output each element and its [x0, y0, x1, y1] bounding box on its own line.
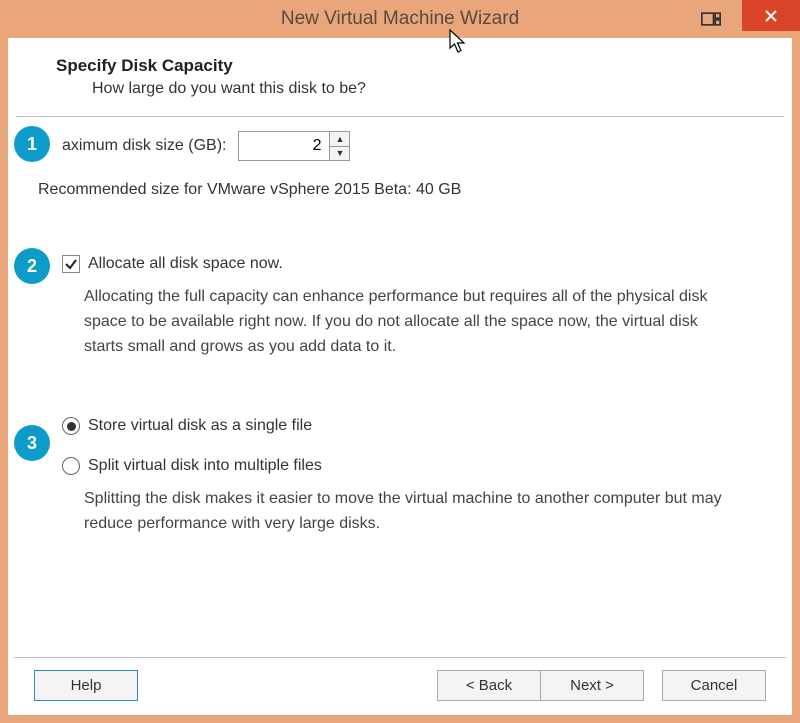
- store-single-label: Store virtual disk as a single file: [88, 417, 312, 435]
- window-title: New Virtual Machine Wizard: [281, 8, 519, 30]
- page-subtitle: How large do you want this disk to be?: [56, 76, 744, 98]
- footer-buttons: Help < Back Next > Cancel: [14, 657, 786, 715]
- annotation-badge-3: 3: [14, 425, 50, 461]
- store-split-label: Split virtual disk into multiple files: [88, 457, 322, 475]
- close-button[interactable]: [742, 0, 800, 31]
- disk-size-input[interactable]: [239, 132, 329, 160]
- store-single-row: Store virtual disk as a single file: [28, 417, 772, 435]
- spinner-down-icon[interactable]: ▼: [330, 147, 349, 161]
- split-description: Splitting the disk makes it easier to mo…: [28, 475, 772, 537]
- wizard-header: Specify Disk Capacity How large do you w…: [8, 38, 792, 112]
- content-area: 1 2 3 aximum disk size (GB): ▲ ▼ Recomme…: [8, 117, 792, 657]
- footer-right: < Back Next > Cancel: [437, 670, 766, 701]
- cancel-button[interactable]: Cancel: [662, 670, 766, 701]
- titlebar: New Virtual Machine Wizard: [0, 0, 800, 38]
- disk-size-row: aximum disk size (GB): ▲ ▼: [28, 131, 772, 161]
- allocate-row: Allocate all disk space now.: [28, 255, 772, 273]
- snap-icon[interactable]: [700, 11, 722, 27]
- back-button[interactable]: < Back: [437, 670, 541, 701]
- annotation-badge-2: 2: [14, 248, 50, 284]
- store-split-radio[interactable]: [62, 457, 80, 475]
- annotation-badge-1: 1: [14, 126, 50, 162]
- next-button[interactable]: Next >: [540, 670, 644, 701]
- store-single-radio[interactable]: [62, 417, 80, 435]
- allocate-description: Allocating the full capacity can enhance…: [28, 273, 772, 359]
- store-split-row: Split virtual disk into multiple files: [28, 457, 772, 475]
- spinner-up-icon[interactable]: ▲: [330, 132, 349, 147]
- recommended-text: Recommended size for VMware vSphere 2015…: [28, 161, 772, 199]
- allocate-label: Allocate all disk space now.: [88, 255, 283, 273]
- wizard-dialog: New Virtual Machine Wizard Specify Disk …: [0, 0, 800, 723]
- disk-size-label: aximum disk size (GB):: [62, 137, 226, 155]
- help-button[interactable]: Help: [34, 670, 138, 701]
- titlebar-actions: [700, 0, 800, 38]
- allocate-checkbox[interactable]: [62, 255, 80, 273]
- disk-size-spinner[interactable]: ▲ ▼: [238, 131, 350, 161]
- page-title: Specify Disk Capacity: [56, 56, 744, 76]
- spinner-buttons: ▲ ▼: [329, 132, 349, 160]
